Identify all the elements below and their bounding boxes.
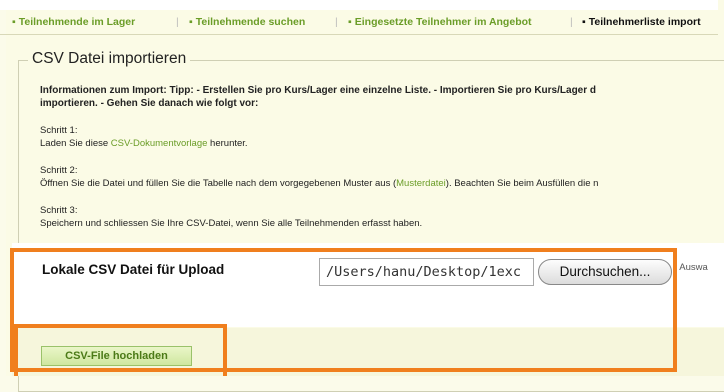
- tab-eingesetzte-teilnehmer[interactable]: ▪ Eingesetzte Teilnehmer im Angebot: [348, 16, 532, 28]
- tab-separator: |: [335, 16, 338, 28]
- sample-file-link[interactable]: Musterdatei: [396, 178, 446, 189]
- bullet-icon: ▪: [582, 16, 586, 28]
- step-title: Schritt 2:: [40, 165, 78, 176]
- info-line: importieren. - Gehen Sie danach wie folg…: [40, 98, 259, 109]
- highlight-frame-submit: [14, 324, 227, 376]
- import-info: Informationen zum Import: Tipp: - Erstel…: [40, 84, 724, 110]
- section-title: CSV Datei importieren: [28, 50, 191, 68]
- step-text: Speichern und schliessen Sie Ihre CSV-Da…: [40, 218, 423, 229]
- tab-teilnehmende-im-lager[interactable]: ▪ Teilnehmende im Lager: [12, 16, 135, 28]
- info-line: Informationen zum Import: Tipp: - Erstel…: [40, 85, 597, 96]
- bullet-icon: ▪: [348, 16, 352, 28]
- bullet-icon: ▪: [12, 16, 16, 28]
- top-strip: [0, 0, 718, 10]
- tab-teilnehmende-suchen[interactable]: ▪ Teilnehmende suchen: [189, 16, 305, 28]
- tab-separator: |: [570, 16, 573, 28]
- step-2: Schritt 2: Öffnen Sie die Datei und füll…: [40, 164, 598, 190]
- tab-teilnehmerliste-import[interactable]: ▪ Teilnehmerliste import: [582, 16, 701, 28]
- csv-template-link[interactable]: CSV-Dokumentvorlage: [111, 138, 208, 149]
- trailing-text: r Auswa: [674, 262, 708, 273]
- step-title: Schritt 3:: [40, 205, 78, 216]
- step-3: Schritt 3: Speichern und schliessen Sie …: [40, 204, 422, 230]
- bullet-icon: ▪: [189, 16, 193, 28]
- step-1: Schritt 1: Laden Sie diese CSV-Dokumentv…: [40, 124, 248, 150]
- tab-separator: |: [176, 16, 179, 28]
- tab-bar: ▪ Teilnehmende im Lager | ▪ Teilnehmende s…: [0, 10, 718, 35]
- step-text: Öffnen Sie die Datei und füllen Sie die …: [40, 178, 599, 189]
- step-title: Schritt 1:: [40, 125, 78, 136]
- step-text: Laden Sie diese CSV-Dokumentvorlage heru…: [40, 138, 248, 149]
